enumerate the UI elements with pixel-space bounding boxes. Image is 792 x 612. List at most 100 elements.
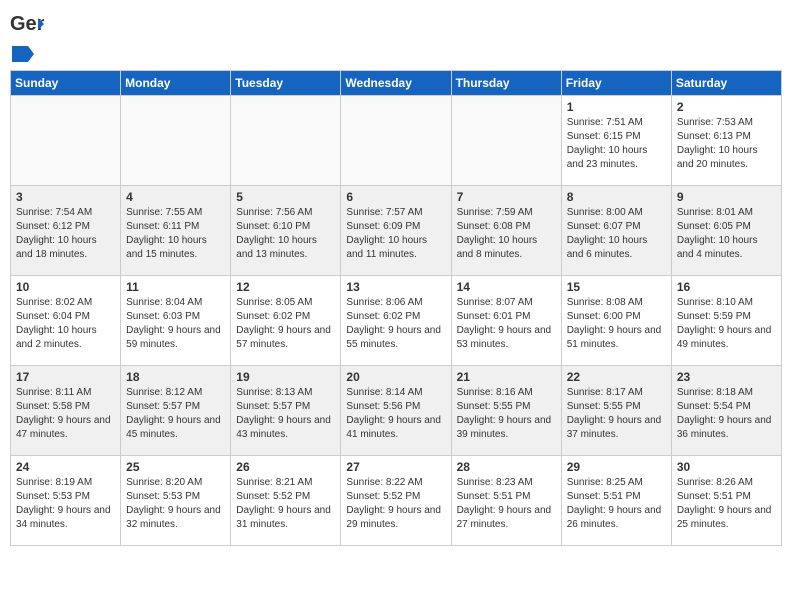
day-number: 18 (126, 370, 225, 384)
day-info: Sunrise: 8:07 AMSunset: 6:01 PMDaylight:… (457, 296, 556, 352)
calendar-cell: 17 Sunrise: 8:11 AMSunset: 5:58 PMDayligh… (11, 366, 121, 456)
calendar-cell: 30 Sunrise: 8:26 AMSunset: 5:51 PMDayligh… (671, 456, 781, 546)
day-number: 14 (457, 280, 556, 294)
day-number: 1 (567, 100, 666, 114)
day-number: 11 (126, 280, 225, 294)
day-number: 15 (567, 280, 666, 294)
col-header-thursday: Thursday (451, 71, 561, 96)
calendar-cell: 10 Sunrise: 8:02 AMSunset: 6:04 PMDayligh… (11, 276, 121, 366)
col-header-wednesday: Wednesday (341, 71, 451, 96)
calendar-cell: 25 Sunrise: 8:20 AMSunset: 5:53 PMDayligh… (121, 456, 231, 546)
day-info: Sunrise: 8:02 AMSunset: 6:04 PMDaylight:… (16, 296, 115, 352)
calendar-cell: 21 Sunrise: 8:16 AMSunset: 5:55 PMDayligh… (451, 366, 561, 456)
calendar-cell: 5 Sunrise: 7:56 AMSunset: 6:10 PMDaylight… (231, 186, 341, 276)
day-number: 21 (457, 370, 556, 384)
day-number: 13 (346, 280, 445, 294)
day-info: Sunrise: 7:59 AMSunset: 6:08 PMDaylight:… (457, 206, 556, 262)
header: General (10, 10, 782, 62)
calendar-cell: 13 Sunrise: 8:06 AMSunset: 6:02 PMDayligh… (341, 276, 451, 366)
day-number: 10 (16, 280, 115, 294)
calendar-table: SundayMondayTuesdayWednesdayThursdayFrid… (10, 70, 782, 546)
calendar-header-row: SundayMondayTuesdayWednesdayThursdayFrid… (11, 71, 782, 96)
day-number: 3 (16, 190, 115, 204)
day-number: 7 (457, 190, 556, 204)
day-info: Sunrise: 8:13 AMSunset: 5:57 PMDaylight:… (236, 386, 335, 442)
logo-icon: General (10, 10, 44, 44)
calendar-cell: 18 Sunrise: 8:12 AMSunset: 5:57 PMDayligh… (121, 366, 231, 456)
calendar-cell: 28 Sunrise: 8:23 AMSunset: 5:51 PMDayligh… (451, 456, 561, 546)
calendar-cell: 9 Sunrise: 8:01 AMSunset: 6:05 PMDaylight… (671, 186, 781, 276)
col-header-friday: Friday (561, 71, 671, 96)
calendar-cell: 6 Sunrise: 7:57 AMSunset: 6:09 PMDaylight… (341, 186, 451, 276)
calendar-cell (11, 96, 121, 186)
day-info: Sunrise: 8:01 AMSunset: 6:05 PMDaylight:… (677, 206, 776, 262)
day-info: Sunrise: 7:56 AMSunset: 6:10 PMDaylight:… (236, 206, 335, 262)
day-info: Sunrise: 8:18 AMSunset: 5:54 PMDaylight:… (677, 386, 776, 442)
calendar-cell: 26Sunrise: 8:21 AMSunset: 5:52 PMDayligh… (231, 456, 341, 546)
day-number: 17 (16, 370, 115, 384)
calendar-cell: 29 Sunrise: 8:25 AMSunset: 5:51 PMDayligh… (561, 456, 671, 546)
day-info: Sunrise: 7:57 AMSunset: 6:09 PMDaylight:… (346, 206, 445, 262)
calendar-cell: 12 Sunrise: 8:05 AMSunset: 6:02 PMDayligh… (231, 276, 341, 366)
calendar-cell: 24 Sunrise: 8:19 AMSunset: 5:53 PMDayligh… (11, 456, 121, 546)
col-header-tuesday: Tuesday (231, 71, 341, 96)
day-info: Sunrise: 8:10 AMSunset: 5:59 PMDaylight:… (677, 296, 776, 352)
day-info: Sunrise: 8:08 AMSunset: 6:00 PMDaylight:… (567, 296, 666, 352)
day-info: Sunrise: 8:17 AMSunset: 5:55 PMDaylight:… (567, 386, 666, 442)
day-info: Sunrise: 8:11 AMSunset: 5:58 PMDaylight:… (16, 386, 115, 442)
day-info: Sunrise: 8:26 AMSunset: 5:51 PMDaylight:… (677, 476, 776, 532)
calendar-cell (121, 96, 231, 186)
calendar-cell: 16 Sunrise: 8:10 AMSunset: 5:59 PMDayligh… (671, 276, 781, 366)
day-number: 25 (126, 460, 225, 474)
logo: General (10, 10, 44, 62)
day-number: 19 (236, 370, 335, 384)
calendar-cell: 4 Sunrise: 7:55 AMSunset: 6:11 PMDaylight… (121, 186, 231, 276)
day-info: Sunrise: 7:51 AMSunset: 6:15 PMDaylight:… (567, 116, 666, 172)
day-number: 27 (346, 460, 445, 474)
calendar-week-row: 10 Sunrise: 8:02 AMSunset: 6:04 PMDayligh… (11, 276, 782, 366)
day-info: Sunrise: 7:55 AMSunset: 6:11 PMDaylight:… (126, 206, 225, 262)
calendar-cell: 8Sunrise: 8:00 AMSunset: 6:07 PMDaylight… (561, 186, 671, 276)
day-info: Sunrise: 8:12 AMSunset: 5:57 PMDaylight:… (126, 386, 225, 442)
day-number: 6 (346, 190, 445, 204)
calendar-cell (341, 96, 451, 186)
day-number: 9 (677, 190, 776, 204)
day-info: Sunrise: 8:05 AMSunset: 6:02 PMDaylight:… (236, 296, 335, 352)
day-number: 23 (677, 370, 776, 384)
day-number: 4 (126, 190, 225, 204)
calendar-cell: 20 Sunrise: 8:14 AMSunset: 5:56 PMDayligh… (341, 366, 451, 456)
day-info: Sunrise: 8:25 AMSunset: 5:51 PMDaylight:… (567, 476, 666, 532)
day-info: Sunrise: 7:54 AMSunset: 6:12 PMDaylight:… (16, 206, 115, 262)
day-info: Sunrise: 8:19 AMSunset: 5:53 PMDaylight:… (16, 476, 115, 532)
day-info: Sunrise: 8:14 AMSunset: 5:56 PMDaylight:… (346, 386, 445, 442)
day-number: 29 (567, 460, 666, 474)
calendar-cell: 3 Sunrise: 7:54 AMSunset: 6:12 PMDaylight… (11, 186, 121, 276)
calendar-week-row: 1 Sunrise: 7:51 AMSunset: 6:15 PMDaylight… (11, 96, 782, 186)
page: General SundayMondayTuesdayWednesda (0, 0, 792, 556)
logo-arrow (12, 46, 34, 62)
calendar-week-row: 17 Sunrise: 8:11 AMSunset: 5:58 PMDayligh… (11, 366, 782, 456)
day-number: 16 (677, 280, 776, 294)
day-info: Sunrise: 8:23 AMSunset: 5:51 PMDaylight:… (457, 476, 556, 532)
day-number: 24 (16, 460, 115, 474)
calendar-cell (231, 96, 341, 186)
day-number: 28 (457, 460, 556, 474)
calendar-cell: 19 Sunrise: 8:13 AMSunset: 5:57 PMDayligh… (231, 366, 341, 456)
day-number: 22 (567, 370, 666, 384)
calendar-cell: 11Sunrise: 8:04 AMSunset: 6:03 PMDayligh… (121, 276, 231, 366)
day-number: 5 (236, 190, 335, 204)
day-info: Sunrise: 8:20 AMSunset: 5:53 PMDaylight:… (126, 476, 225, 532)
day-number: 30 (677, 460, 776, 474)
day-number: 20 (346, 370, 445, 384)
calendar-week-row: 24 Sunrise: 8:19 AMSunset: 5:53 PMDayligh… (11, 456, 782, 546)
day-info: Sunrise: 8:06 AMSunset: 6:02 PMDaylight:… (346, 296, 445, 352)
day-number: 12 (236, 280, 335, 294)
day-info: Sunrise: 8:22 AMSunset: 5:52 PMDaylight:… (346, 476, 445, 532)
day-info: Sunrise: 8:00 AMSunset: 6:07 PMDaylight:… (567, 206, 666, 262)
col-header-saturday: Saturday (671, 71, 781, 96)
calendar-cell: 27 Sunrise: 8:22 AMSunset: 5:52 PMDayligh… (341, 456, 451, 546)
calendar-cell (451, 96, 561, 186)
calendar-cell: 15 Sunrise: 8:08 AMSunset: 6:00 PMDayligh… (561, 276, 671, 366)
day-info: Sunrise: 8:16 AMSunset: 5:55 PMDaylight:… (457, 386, 556, 442)
calendar-cell: 7 Sunrise: 7:59 AMSunset: 6:08 PMDaylight… (451, 186, 561, 276)
